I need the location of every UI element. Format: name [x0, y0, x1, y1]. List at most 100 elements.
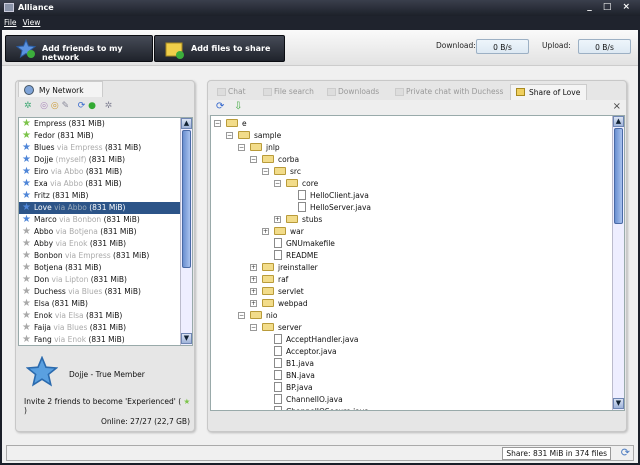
tab-chat[interactable]: Chat	[214, 85, 246, 99]
tree-folder[interactable]: e	[226, 118, 247, 130]
tree-file[interactable]: BN.java	[274, 370, 315, 382]
search-icon[interactable]: ◎	[51, 101, 59, 111]
friend-item[interactable]: ★ Abbo via Botjena (831 MiB)	[19, 226, 192, 238]
tree-file[interactable]: ChannelIO.java	[274, 394, 343, 406]
edit-icon[interactable]: ✎	[62, 101, 70, 111]
tree-folder[interactable]: webpad	[262, 298, 308, 310]
expand-toggle[interactable]: +	[262, 228, 269, 235]
collapse-toggle[interactable]: −	[238, 144, 245, 151]
collapse-toggle[interactable]: −	[274, 180, 281, 187]
add-files-button[interactable]: Add files to share	[154, 35, 285, 62]
tab-share-of-love[interactable]: Share of Love	[510, 84, 588, 100]
scroll-down-button[interactable]: ▼	[613, 398, 624, 409]
scroll-thumb[interactable]	[182, 130, 191, 268]
window-controls[interactable]: _ □ ×	[587, 2, 634, 12]
tree-file[interactable]: B1.java	[274, 358, 314, 370]
friend-item[interactable]: ★ Eiro via Abbo (831 MiB)	[19, 166, 192, 178]
menu-view[interactable]: View	[23, 18, 41, 27]
expand-toggle[interactable]: +	[250, 276, 257, 283]
friend-size: (831 MiB)	[100, 227, 137, 236]
friend-item[interactable]: ★ Don via Lipton (831 MiB)	[19, 274, 192, 286]
tree-folder[interactable]: core	[286, 178, 318, 190]
friend-item[interactable]: ★ Love via Abbo (831 MiB)	[19, 202, 192, 214]
friend-item[interactable]: ★ Fang via Enok (831 MiB)	[19, 334, 192, 345]
tree-file[interactable]: README	[274, 250, 318, 262]
friend-item[interactable]: ★ Empress (831 MiB)	[19, 118, 192, 130]
tree-file[interactable]: BP.java	[274, 382, 313, 394]
tree-folder[interactable]: raf	[262, 274, 288, 286]
friend-item[interactable]: ★ Fritz (831 MiB)	[19, 190, 192, 202]
friend-item[interactable]: ★ Fedor (831 MiB)	[19, 130, 192, 142]
friend-item[interactable]: ★ Faija via Blues (831 MiB)	[19, 322, 192, 334]
friend-name: Fritz	[34, 191, 50, 200]
friend-via: via Enok	[55, 239, 88, 248]
expand-toggle[interactable]: +	[250, 288, 257, 295]
friend-item[interactable]: ★ Blues via Empress (831 MiB)	[19, 142, 192, 154]
menu-file[interactable]: File	[4, 18, 17, 27]
tree-folder[interactable]: server	[262, 322, 302, 334]
settings-icon[interactable]: ✲	[105, 101, 113, 111]
tree-file[interactable]: HelloClient.java	[298, 190, 369, 202]
friend-item[interactable]: ★ Botjena (831 MiB)	[19, 262, 192, 274]
refresh-icon[interactable]: ⟳	[216, 101, 224, 112]
tree-folder[interactable]: war	[274, 226, 304, 238]
menu-bar: File View	[0, 16, 640, 30]
tree-file[interactable]: Acceptor.java	[274, 346, 337, 358]
scroll-up-button[interactable]: ▲	[181, 118, 192, 129]
scroll-thumb[interactable]	[614, 128, 623, 224]
collapse-toggle[interactable]: −	[226, 132, 233, 139]
tree-file[interactable]: HelloServer.java	[298, 202, 371, 214]
collapse-toggle[interactable]: −	[214, 120, 221, 127]
tree-folder[interactable]: servlet	[262, 286, 304, 298]
friend-item[interactable]: ★ Duchess via Blues (831 MiB)	[19, 286, 192, 298]
expand-toggle[interactable]: +	[274, 216, 281, 223]
tree-file[interactable]: AcceptHandler.java	[274, 334, 359, 346]
tree-folder[interactable]: sample	[238, 130, 281, 142]
collapse-toggle[interactable]: −	[250, 324, 257, 331]
friend-item[interactable]: ★ Enok via Elsa (831 MiB)	[19, 310, 192, 322]
tree-folder[interactable]: jreinstaller	[262, 262, 318, 274]
tree-folder[interactable]: jnlp	[250, 142, 280, 154]
friend-item[interactable]: ★ Bonbon via Empress (831 MiB)	[19, 250, 192, 262]
tree-scrollbar[interactable]: ▲ ▼	[612, 116, 624, 410]
friends-scrollbar[interactable]: ▲ ▼	[180, 118, 192, 345]
friend-item[interactable]: ★ Abby via Enok (831 MiB)	[19, 238, 192, 250]
friend-name: Marco	[34, 215, 57, 224]
add-friends-button[interactable]: Add friends to my network	[5, 35, 153, 62]
tree-folder[interactable]: corba	[262, 154, 299, 166]
close-tab-button[interactable]: ×	[613, 101, 621, 112]
refresh-icon[interactable]: ⟳	[78, 101, 86, 111]
friend-star-icon: ★	[22, 262, 31, 273]
friend-via: (myself)	[55, 155, 87, 164]
toolbar: Add friends to my network Add files to s…	[2, 30, 638, 66]
friend-size: (831 MiB)	[89, 203, 126, 212]
connect-icon[interactable]: ●	[88, 101, 96, 111]
tree-file[interactable]: ChannelIOSecure.java	[274, 406, 369, 410]
scroll-up-button[interactable]: ▲	[613, 116, 624, 127]
friend-item[interactable]: ★ Elsa (831 MiB)	[19, 298, 192, 310]
tree-folder[interactable]: src	[274, 166, 301, 178]
folder-icon	[286, 215, 298, 223]
friend-item[interactable]: ★ Marco via Bonbon (831 MiB)	[19, 214, 192, 226]
tab-my-network[interactable]: My Network	[18, 81, 103, 97]
expand-toggle[interactable]: +	[250, 264, 257, 271]
friend-item[interactable]: ★ Exa via Abbo (831 MiB)	[19, 178, 192, 190]
collapse-toggle[interactable]: −	[238, 312, 245, 319]
friend-star-icon: ★	[22, 286, 31, 297]
download-icon[interactable]: ⇩	[234, 101, 242, 112]
add-friend-icon[interactable]: ✲	[24, 101, 32, 111]
tab-private-chat-with-duchess[interactable]: Private chat with Duchess	[392, 85, 503, 99]
tab-file-search[interactable]: File search	[260, 85, 314, 99]
tree-folder[interactable]: nio	[250, 310, 277, 322]
tree-folder[interactable]: stubs	[286, 214, 322, 226]
expand-toggle[interactable]: +	[250, 300, 257, 307]
collapse-toggle[interactable]: −	[250, 156, 257, 163]
friend-via: via Abbo	[50, 179, 83, 188]
tab-downloads[interactable]: Downloads	[324, 85, 379, 99]
tree-file[interactable]: GNUmakefile	[274, 238, 335, 250]
scroll-down-button[interactable]: ▼	[181, 333, 192, 344]
chat-icon[interactable]: ◎	[40, 101, 48, 111]
friend-item[interactable]: ★ Dojje (myself) (831 MiB)	[19, 154, 192, 166]
friend-via: via Empress	[56, 143, 103, 152]
collapse-toggle[interactable]: −	[262, 168, 269, 175]
